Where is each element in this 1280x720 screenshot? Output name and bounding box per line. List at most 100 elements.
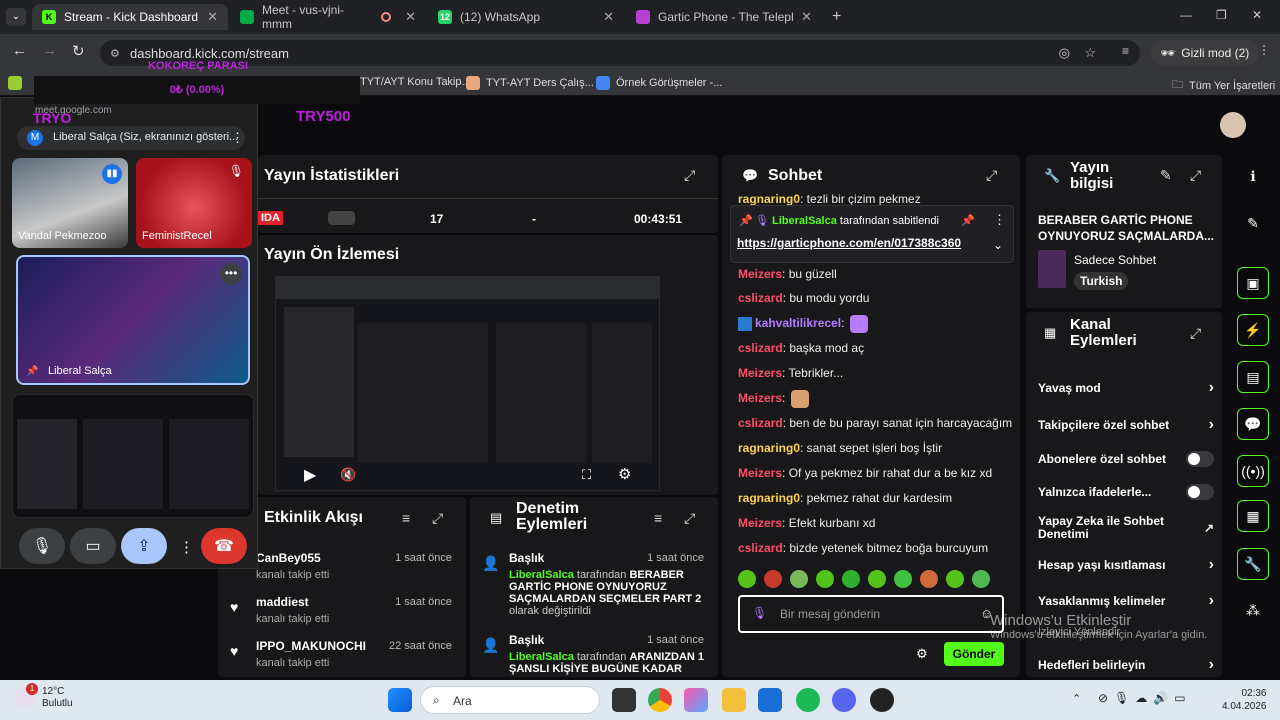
emote-icon[interactable] (894, 570, 912, 588)
participant-tile-self[interactable]: Liberal Salça 📌 ••• (16, 255, 250, 385)
channel-action-row[interactable]: Hedefleri belirleyin › (1038, 656, 1214, 674)
mod-actor[interactable]: LiberalSalca (509, 651, 574, 663)
copilot-icon[interactable] (684, 688, 708, 712)
taskbar-search[interactable]: ⌕ Ara (420, 686, 600, 714)
chat-settings-icon[interactable]: ⚙ (916, 646, 928, 662)
chat-username[interactable]: ragnaring0 (738, 491, 800, 505)
expand-icon[interactable]: ⤢ (684, 167, 695, 184)
bookmark-apps[interactable] (8, 76, 22, 90)
wrench-icon[interactable]: 🔧 (1237, 548, 1269, 580)
tray-chevron-icon[interactable]: ⌃ (1072, 692, 1081, 705)
spotify-icon[interactable] (796, 688, 820, 712)
chat-username[interactable]: cslizard (738, 416, 783, 430)
tab-gartic[interactable]: Gartic Phone - The Telephone G ✕ (626, 4, 822, 30)
new-tab-button[interactable]: + (832, 8, 841, 26)
more-options-icon[interactable]: ••• (220, 263, 242, 285)
participant-tile[interactable]: Vandal Pekmezoo ▮▮ (12, 158, 128, 248)
chrome-icon[interactable] (648, 688, 672, 712)
more-icon[interactable]: ⋮ (231, 130, 244, 146)
close-icon[interactable]: ✕ (207, 9, 218, 25)
chat-username[interactable]: Meizers (738, 366, 782, 380)
bookmark-item[interactable]: TYT/AYT Konu Takip... (360, 76, 471, 88)
info-icon[interactable]: ℹ (1237, 160, 1269, 192)
emote-icon[interactable] (790, 570, 808, 588)
chat-username[interactable]: cslizard (738, 291, 783, 305)
send-button[interactable]: Gönder (944, 642, 1004, 666)
fullscreen-icon[interactable]: ⛶ (582, 467, 591, 483)
tab-kick-dashboard[interactable]: K Stream - Kick Dashboard ✕ (32, 4, 228, 30)
chat-username[interactable]: ragnaring0 (738, 192, 800, 206)
stream-preview-video[interactable]: ▶ 🔇 ⚙ ⛶ (275, 276, 660, 491)
play-icon[interactable]: ▶ (304, 465, 316, 485)
mute-icon[interactable]: 🔇 (340, 467, 356, 483)
tab-meet[interactable]: Meet - vus-vjni-mmm ✕ (230, 3, 426, 31)
chat-bubble-icon[interactable]: 💬 (1237, 408, 1269, 440)
edit-icon[interactable]: ✎ (1237, 207, 1269, 239)
back-button[interactable]: ← (12, 42, 27, 59)
store-icon[interactable] (758, 688, 782, 712)
tab-whatsapp[interactable]: 12 (12) WhatsApp ✕ (428, 4, 624, 30)
chat-username[interactable]: Meizers (738, 267, 782, 281)
emote-icon[interactable] (946, 570, 964, 588)
expand-icon[interactable]: ⤢ (986, 167, 997, 184)
unpin-icon[interactable]: 📌 (961, 214, 975, 227)
bookmark-item[interactable]: Örnek Görüşmeler -... (596, 76, 722, 90)
chevron-down-icon[interactable]: ⌄ (993, 238, 1003, 252)
reload-button[interactable]: ↻ (72, 42, 85, 60)
minimize-button[interactable]: — (1180, 8, 1192, 22)
mic-button[interactable]: 🎙 (19, 528, 65, 564)
chat-username[interactable]: ragnaring0 (738, 441, 800, 455)
channel-action-row[interactable]: Hesap yaşı kısıtlaması › (1038, 556, 1214, 574)
profile-chip[interactable]: 🕶 Gizli mod (2) (1150, 40, 1260, 66)
expand-icon[interactable]: ⤢ (1190, 325, 1201, 342)
bookmark-item[interactable]: TYT-AYT Ders Çalış... (466, 76, 594, 90)
emote-icon[interactable] (972, 570, 990, 588)
edit-icon[interactable]: ✎ (1160, 167, 1172, 184)
emote-icon[interactable] (816, 570, 834, 588)
channel-action-row[interactable]: Yalnızca ifadelerle... (1038, 484, 1214, 500)
menu-icon[interactable]: ⋮ (1258, 43, 1270, 57)
activity-user[interactable]: maddiest (256, 595, 309, 609)
app-icon[interactable] (870, 688, 894, 712)
hang-up-button[interactable]: ☎ (201, 528, 247, 564)
more-icon[interactable]: ⋮ (993, 212, 1006, 228)
forward-button[interactable]: → (42, 42, 57, 59)
filter-icon[interactable]: ≡ (654, 510, 662, 526)
network-icon[interactable]: ⁂ (1237, 594, 1269, 626)
close-icon[interactable]: ✕ (405, 9, 416, 25)
broadcast-icon[interactable]: ((•)) (1237, 455, 1269, 487)
pinned-link[interactable]: https://garticphone.com/en/017388c360 (737, 236, 961, 250)
expand-icon[interactable]: ⤢ (684, 510, 695, 527)
chat-input[interactable]: 🎙 Bir mesaj gönderin ☺ (738, 595, 1004, 633)
settings-icon[interactable]: ⚙ (618, 465, 631, 483)
emote-icon[interactable] (868, 570, 886, 588)
lightning-icon[interactable]: ⚡ (1237, 314, 1269, 346)
window-close-button[interactable]: ✕ (1252, 8, 1262, 22)
channel-action-row[interactable]: Yapay Zeka ile Sohbet Denetimi ↗ (1038, 515, 1214, 541)
more-icon[interactable]: ⋮ (179, 538, 194, 556)
eye-off-icon[interactable]: ◎ (1059, 45, 1070, 61)
pinned-author[interactable]: LiberalSalca (772, 215, 837, 227)
toggle-switch[interactable] (1186, 484, 1214, 500)
close-icon[interactable]: ✕ (801, 9, 812, 25)
emote-icon[interactable] (842, 570, 860, 588)
chat-username[interactable]: Meizers (738, 391, 782, 405)
user-avatar[interactable] (1220, 112, 1246, 138)
channel-action-row[interactable]: Yasaklanmış kelimeler › (1038, 592, 1214, 610)
tab-list-button[interactable]: ⌄ (6, 8, 26, 26)
all-bookmarks[interactable]: 🗀 Tüm Yer İşaretleri (1172, 76, 1275, 95)
category-name[interactable]: Sadece Sohbet (1074, 253, 1156, 267)
activity-user[interactable]: IPPO_MAKUNOCHI (256, 639, 366, 653)
chat-username[interactable]: kahvaltilikrecel (755, 316, 841, 330)
emote-icon[interactable] (920, 570, 938, 588)
url-bar[interactable]: ⚙ dashboard.kick.com/stream ◎ ☆ (100, 40, 1140, 66)
explorer-icon[interactable] (722, 688, 746, 712)
close-icon[interactable]: ✕ (603, 9, 614, 25)
channel-action-row[interactable]: Abonelere özel sohbet (1038, 451, 1214, 467)
chat-username[interactable]: Meizers (738, 466, 782, 480)
participant-tile[interactable]: FeministRecel 🎙 (136, 158, 252, 248)
screen-icon[interactable]: ▣ (1237, 267, 1269, 299)
mod-actor[interactable]: LiberalSalca (509, 569, 574, 581)
channel-action-row[interactable]: Yavaş mod › (1038, 379, 1214, 397)
expand-icon[interactable]: ⤢ (1190, 167, 1201, 184)
